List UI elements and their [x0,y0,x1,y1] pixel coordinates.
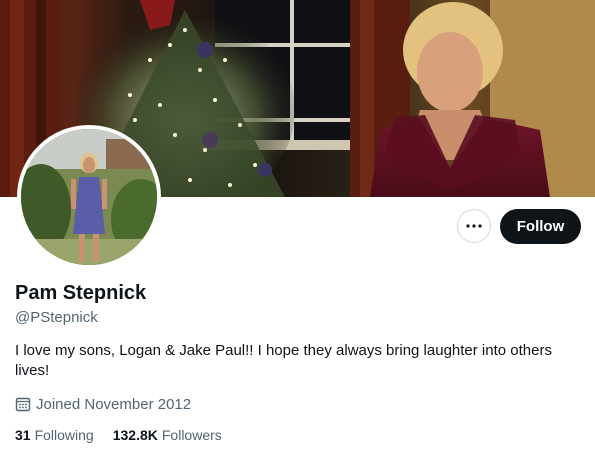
following-label: Following [34,427,94,443]
profile-display-name: Pam Stepnick [15,282,147,304]
joined-text: Joined November 2012 [36,395,192,413]
followers-link[interactable]: 132.8K Followers [113,427,222,443]
follow-button[interactable]: Follow [500,209,581,244]
profile-handle: @PStepnick [15,309,98,326]
followers-label: Followers [161,427,222,443]
more-horizontal-icon [466,224,482,228]
following-link[interactable]: 31 Following [15,427,94,443]
joined-date: Joined November 2012 [15,394,191,414]
more-options-button[interactable] [457,209,491,243]
avatar-photo [21,129,157,265]
following-count: 31 [15,427,31,443]
profile-bio: I love my sons, Logan & Jake Paul!! I ho… [15,342,552,379]
profile-avatar[interactable] [17,125,161,269]
calendar-icon [15,397,31,412]
follow-stats: 31 Following 132.8K Followers [15,427,241,443]
followers-count: 132.8K [112,427,158,443]
